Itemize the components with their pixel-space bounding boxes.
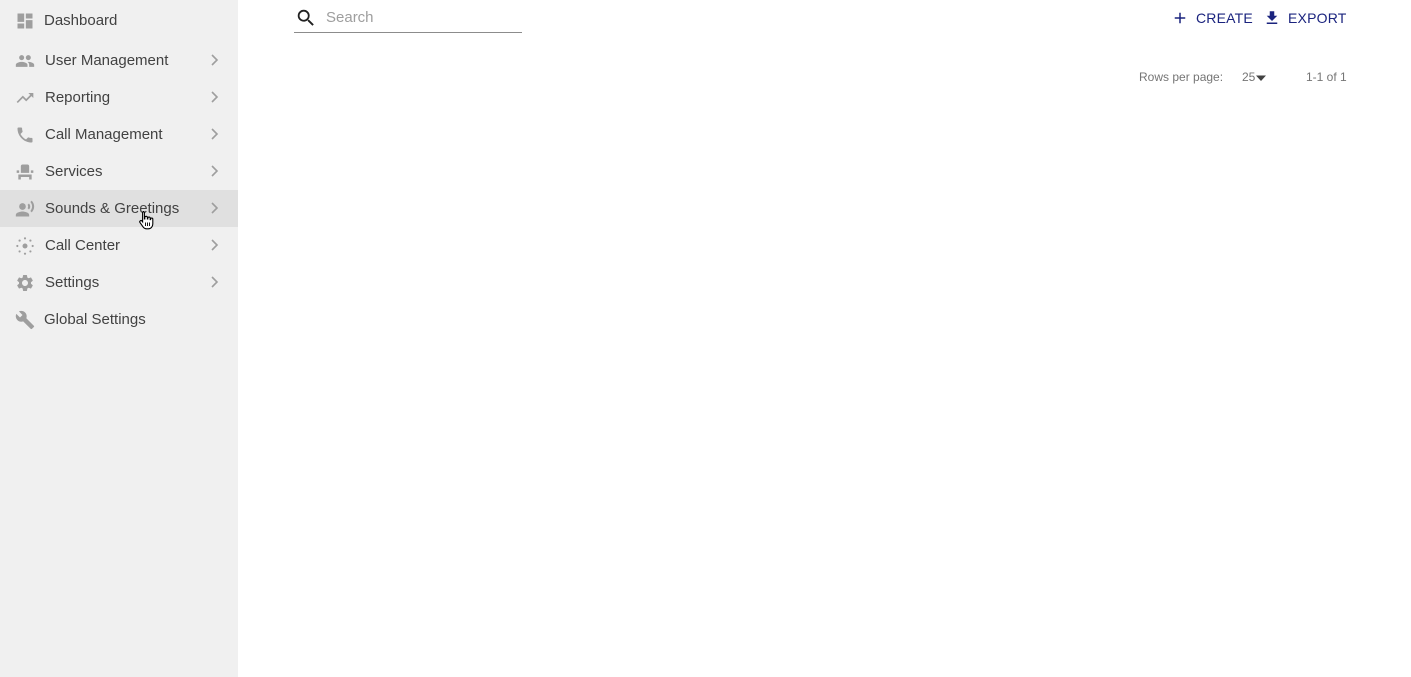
voice-icon [15,199,35,219]
create-label: CREATE [1196,10,1253,26]
caret-down-icon [1256,72,1267,82]
pagination-range: 1-1 of 1 [1306,70,1347,84]
create-button[interactable]: CREATE [1171,8,1253,28]
sidebar-item-reporting[interactable]: Reporting [0,79,238,116]
sidebar-item-dashboard[interactable]: Dashboard [0,2,238,39]
chevron-right-icon [207,275,221,289]
sidebar-item-label: Services [45,163,103,180]
sidebar-item-label: User Management [45,52,169,69]
hand-cursor-icon [138,210,154,230]
trending-icon [15,88,35,108]
app: Dashboard User Management Reporting Call… [0,0,1411,677]
sidebar-item-user-management[interactable]: User Management [0,42,238,79]
chevron-right-icon [207,164,221,178]
chevron-right-icon [207,238,221,252]
export-label: EXPORT [1288,10,1347,26]
export-button[interactable]: EXPORT [1263,8,1347,28]
call-center-icon [15,236,35,256]
search-icon [295,7,317,29]
sidebar-item-call-center[interactable]: Call Center [0,227,238,264]
sidebar-item-label: Global Settings [44,311,146,328]
sidebar-item-settings[interactable]: Settings [0,264,238,301]
chevron-right-icon [207,201,221,215]
sidebar-item-call-management[interactable]: Call Management [0,116,238,153]
sidebar-item-label: Dashboard [44,12,118,29]
download-icon [1263,9,1281,27]
chevron-right-icon [207,53,221,67]
dashboard-icon [15,11,35,31]
search-field [294,2,522,33]
sidebar-item-label: Reporting [45,89,111,106]
sidebar-item-global-settings[interactable]: Global Settings [0,301,238,338]
sidebar-item-sounds-greetings[interactable]: Sounds & Greetings [0,190,238,227]
gear-icon [15,273,35,293]
sidebar: Dashboard User Management Reporting Call… [0,0,238,677]
chevron-right-icon [207,127,221,141]
rows-per-page-select[interactable]: 25 [1242,70,1267,84]
sidebar-item-services[interactable]: Services [0,153,238,190]
services-icon [15,162,35,182]
sidebar-item-label: Sounds & Greetings [45,200,180,217]
sidebar-item-label: Settings [45,274,100,291]
wrench-icon [15,310,35,330]
phone-icon [15,125,35,145]
sidebar-item-label: Call Center [45,237,121,254]
plus-icon [1171,9,1189,27]
chevron-right-icon [207,90,221,104]
rows-per-page-value: 25 [1242,70,1256,84]
people-icon [15,51,35,71]
sidebar-item-label: Call Management [45,126,163,143]
rows-per-page-label: Rows per page: [1139,70,1224,84]
search-input[interactable] [326,6,516,28]
